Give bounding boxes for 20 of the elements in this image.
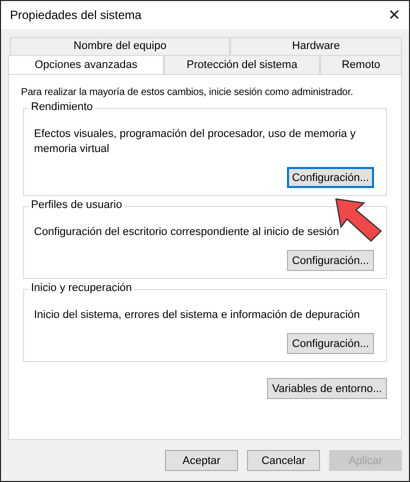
dialog-button[interactable]: Aceptar — [165, 450, 238, 471]
settings-button[interactable]: Configuración... — [286, 167, 374, 188]
close-button[interactable]: ✕ — [388, 6, 401, 24]
group-description: Inicio del sistema, errores del sistema e información de depuración — [34, 308, 361, 323]
group-description: Efectos visuales, programación del procesador, uso de memoria y memoria virtual — [34, 127, 357, 157]
settings-button[interactable]: Configuración... — [286, 250, 374, 271]
dialog-button[interactable]: Cancelar — [247, 450, 320, 471]
tab[interactable]: Remoto — [320, 55, 402, 74]
tab[interactable]: Protección del sistema — [164, 55, 320, 74]
tab[interactable]: Opciones avanzadas — [8, 55, 164, 74]
window-title: Propiedades del sistema — [10, 8, 142, 22]
group-title: Perfiles de usuario — [29, 199, 124, 211]
settings-button[interactable]: Configuración... — [286, 333, 374, 354]
group-title: Rendimiento — [29, 101, 95, 113]
group-title: Inicio y recuperación — [29, 282, 134, 294]
tab[interactable]: Nombre del equipo — [10, 37, 230, 55]
environment-variables-button[interactable]: Variables de entorno... — [267, 378, 387, 399]
tab[interactable]: Hardware — [230, 37, 402, 55]
group-description: Configuración del escritorio correspondiente al inicio de sesión — [34, 225, 340, 240]
admin-notice: Para realizar la mayoría de estos cambios, inicie sesión como administrador. — [21, 87, 354, 98]
